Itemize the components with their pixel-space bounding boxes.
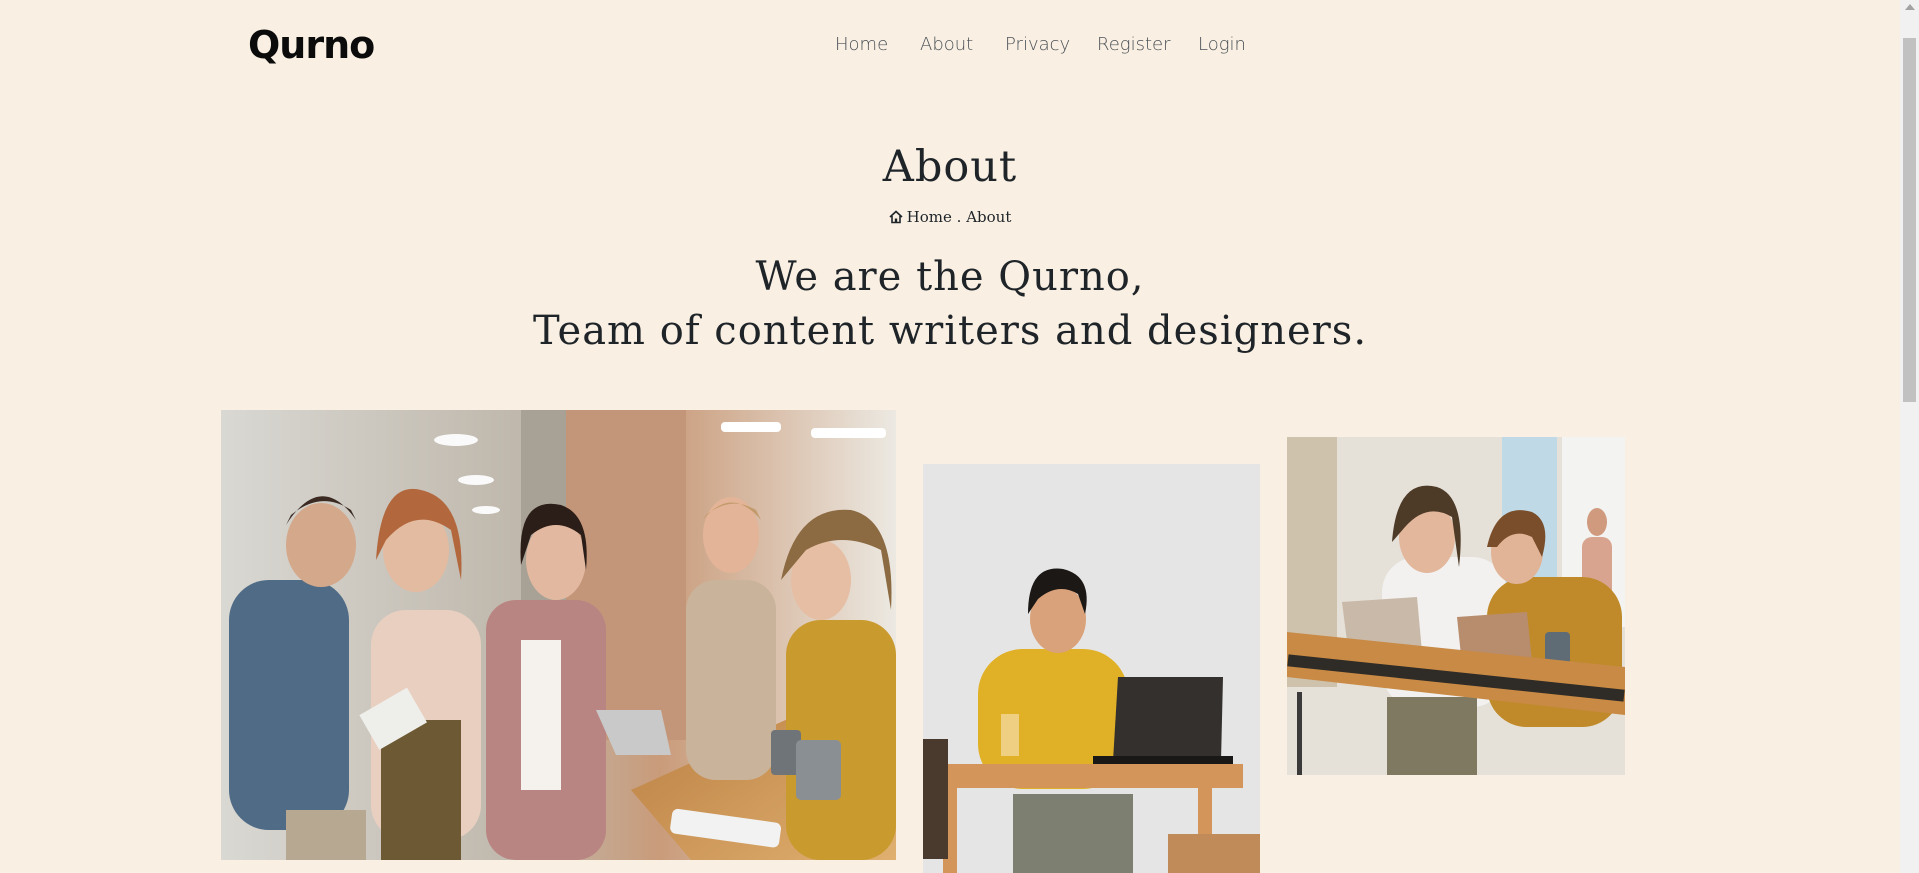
- nav-about[interactable]: About: [920, 32, 973, 58]
- page-title: About: [882, 142, 1018, 192]
- nav-register[interactable]: Register: [1097, 32, 1171, 58]
- breadcrumb: Home . About: [0, 206, 1900, 228]
- intro-line-2: Team of content writers and designers.: [532, 308, 1368, 354]
- two-students-photo: [1287, 437, 1625, 775]
- intro-heading: We are the Qurno, Team of content writer…: [0, 250, 1900, 358]
- nav-privacy[interactable]: Privacy: [1005, 32, 1070, 58]
- student-laptop-photo: [923, 464, 1260, 873]
- scroll-up-icon[interactable]: [1905, 4, 1915, 10]
- home-icon: [889, 210, 903, 224]
- scrollbar-thumb[interactable]: [1903, 38, 1916, 402]
- breadcrumb-current: About: [966, 208, 1012, 226]
- breadcrumb-home-link[interactable]: Home: [907, 208, 952, 226]
- team-meeting-photo: [221, 410, 896, 860]
- breadcrumb-separator: .: [951, 208, 967, 226]
- intro-line-1: We are the Qurno,: [755, 254, 1145, 300]
- nav-home[interactable]: Home: [835, 32, 888, 58]
- vertical-scrollbar[interactable]: [1900, 0, 1919, 873]
- nav-login[interactable]: Login: [1198, 32, 1246, 58]
- main-nav: Home About Privacy Register Login: [0, 32, 1919, 58]
